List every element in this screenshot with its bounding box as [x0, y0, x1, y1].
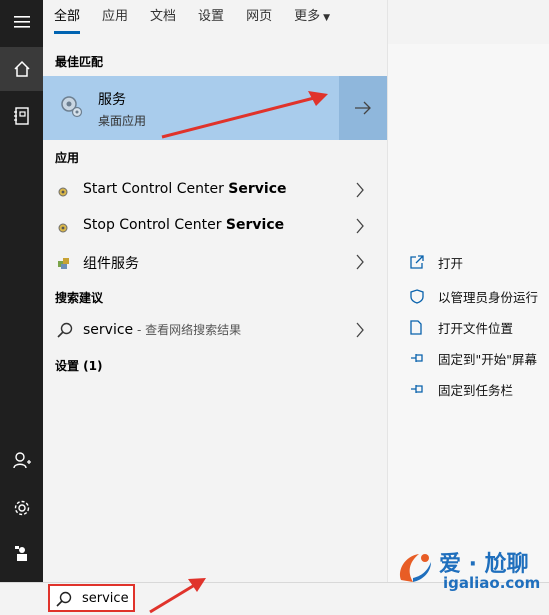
chevron-right-icon[interactable] — [355, 217, 365, 239]
feedback-icon[interactable] — [0, 532, 43, 576]
notebook-icon[interactable] — [0, 94, 43, 138]
gear-icon[interactable] — [0, 486, 43, 530]
hamburger-menu-icon[interactable] — [0, 0, 43, 44]
app-result-label: 组件服务 — [83, 256, 139, 272]
action-run-as-admin[interactable]: 以管理员身份运行 — [410, 284, 538, 308]
open-icon — [410, 255, 428, 269]
settings-heading[interactable]: 设置 (1) — [55, 357, 103, 374]
app-result-component-services[interactable]: 组件服务 — [43, 245, 387, 279]
suggestions-heading: 搜索建议 — [55, 291, 104, 305]
tab-more[interactable]: 更多 ▼ — [283, 0, 341, 40]
app-result-start-ccs[interactable]: Start Control Center Service — [43, 173, 387, 207]
filter-tabs: 全部 应用 文档 设置 网页 更多 ▼ — [43, 0, 387, 40]
arrow-right-icon — [355, 101, 371, 115]
app-result-label: Stop Control Center Service — [83, 217, 285, 233]
app-gear-icon — [57, 183, 69, 202]
tab-label: 网页 — [246, 9, 273, 24]
watermark: 爱 · 尬聊 igaliao.com — [395, 542, 547, 598]
left-rail — [0, 0, 43, 614]
action-label: 以管理员身份运行 — [438, 289, 539, 305]
chevron-right-icon[interactable] — [355, 181, 365, 203]
action-open-file-location[interactable]: 打开文件位置 — [410, 315, 513, 339]
search-icon — [57, 322, 73, 342]
component-services-icon — [57, 255, 71, 274]
action-label: 打开文件位置 — [438, 320, 514, 336]
tab-label: 应用 — [102, 9, 129, 24]
action-label: 固定到"开始"屏幕 — [438, 351, 537, 367]
chevron-down-icon: ▼ — [323, 13, 331, 23]
expand-arrow-button[interactable] — [339, 76, 387, 140]
annotation-arrow-icon — [149, 578, 206, 614]
pin-icon — [410, 352, 428, 364]
app-result-label: Start Control Center Service — [83, 181, 287, 197]
app-gear-icon — [57, 219, 69, 238]
pin-icon — [410, 383, 428, 395]
best-match-heading: 最佳匹配 — [55, 55, 104, 69]
search-input[interactable]: service — [48, 584, 135, 612]
suggestion-label: service - 查看网络搜索结果 — [83, 322, 242, 338]
preview-pane: 打开 以管理员身份运行 打开文件位置 固定到"开始"屏幕 固定到任务栏 — [387, 0, 549, 582]
action-pin-to-start[interactable]: 固定到"开始"屏幕 — [410, 346, 537, 370]
search-icon — [56, 591, 72, 611]
file-location-icon — [410, 319, 428, 335]
annotation-arrow-icon — [161, 91, 328, 139]
action-label: 固定到任务栏 — [438, 382, 514, 398]
apps-heading: 应用 — [55, 151, 80, 165]
best-match-title: 服务 — [98, 92, 126, 108]
action-open[interactable]: 打开 — [410, 250, 463, 274]
shield-icon — [410, 288, 428, 304]
tab-label: 设置 — [198, 9, 225, 24]
chevron-right-icon[interactable] — [355, 321, 365, 343]
tab-settings[interactable]: 设置 — [187, 0, 235, 40]
tab-web[interactable]: 网页 — [235, 0, 283, 40]
tab-documents[interactable]: 文档 — [139, 0, 187, 40]
watermark-logo-icon — [399, 554, 431, 582]
best-match-subtitle: 桌面应用 — [98, 114, 147, 128]
tab-label: 更多 — [294, 9, 321, 24]
tab-all[interactable]: 全部 — [43, 0, 91, 40]
app-result-stop-ccs[interactable]: Stop Control Center Service — [43, 209, 387, 243]
user-icon[interactable] — [0, 438, 43, 482]
tab-label: 全部 — [54, 9, 81, 24]
action-label: 打开 — [438, 255, 464, 271]
action-pin-to-taskbar[interactable]: 固定到任务栏 — [410, 377, 513, 401]
watermark-domain: igaliao.com — [443, 574, 541, 592]
tab-label: 文档 — [150, 9, 177, 24]
home-icon[interactable] — [0, 47, 43, 91]
services-gear-icon — [58, 93, 84, 123]
tab-apps[interactable]: 应用 — [91, 0, 139, 40]
chevron-right-icon[interactable] — [355, 253, 365, 275]
preview-header — [388, 0, 549, 44]
web-suggestion-item[interactable]: service - 查看网络搜索结果 — [43, 313, 387, 347]
search-input-value: service — [82, 591, 129, 606]
